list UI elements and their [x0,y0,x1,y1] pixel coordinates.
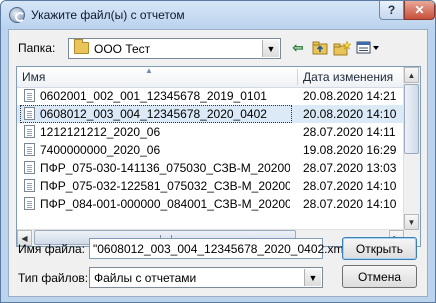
new-folder-icon[interactable] [333,39,351,57]
filename-input[interactable]: "0608012_003_004_12345678_2020_0402.xml [89,238,346,259]
table-row[interactable]: 7400000000_2020_06 19.08.2020 16:29 [17,141,405,159]
scroll-up-icon[interactable]: ▲ [404,67,419,83]
file-name: ПФР_084-001-000000_084001_СЗВ-М_20200… [40,197,290,211]
file-icon [24,107,35,120]
column-name-header[interactable]: Имя [17,67,297,87]
file-name: 0602001_002_001_12345678_2019_0101 [40,89,267,103]
file-icon [24,143,35,156]
file-date: 28.07.2020 14:10 [303,197,397,211]
filename-value: "0608012_003_004_12345678_2020_0402.xml [93,242,347,256]
file-list[interactable]: Имя ▲ Дата изменения 0602001_002_001_123… [16,66,421,247]
file-icon [24,89,35,102]
file-date: 28.07.2020 14:10 [303,179,397,193]
column-date-header[interactable]: Дата изменения [298,67,405,87]
close-button[interactable]: ✕ [404,1,435,20]
file-icon [24,161,35,174]
sort-arrow-icon: ▲ [145,66,153,75]
file-name: 0608012_003_004_12345678_2020_0402 [40,107,267,121]
folder-combobox[interactable]: ООО Тест ▼ [68,38,281,59]
file-date: 28.07.2020 14:11 [303,125,396,139]
list-header: Имя ▲ Дата изменения [17,67,405,88]
filetype-value: Файлы с отчетами [94,271,197,285]
folder-up-icon[interactable] [311,39,329,57]
window-title: Укажите файл(ы) с отчетом [31,8,185,22]
open-button[interactable]: Открыть [342,237,417,260]
view-menu-icon[interactable] [355,39,381,57]
file-name: 7400000000_2020_06 [40,143,161,157]
cancel-button[interactable]: Отмена [342,265,417,288]
chevron-down-icon[interactable]: ▼ [262,40,279,57]
file-date: 20.08.2020 14:21 [303,89,397,103]
table-row[interactable]: ПФР_075-032-122581_075032_СЗВ-М_20200… 2… [17,177,405,195]
filetype-combobox[interactable]: Файлы с отчетами ▼ [89,267,323,288]
filename-label: Имя файла: [18,242,85,256]
table-row[interactable]: ПФР_075-030-141136_075030_СЗВ-М_20200… 2… [17,159,405,177]
file-icon [24,197,35,210]
table-row[interactable]: 1212121212_2020_06 28.07.2020 14:11 [17,123,405,141]
dialog-body: Папка: ООО Тест ▼ ⇦ Имя ▲ Дата изменения [8,29,428,297]
chevron-down-icon[interactable]: ▼ [304,269,321,286]
file-date: 20.08.2020 14:10 [303,107,397,121]
filetype-label: Тип файлов: [18,271,89,285]
file-name: ПФР_075-032-122581_075032_СЗВ-М_20200… [40,179,290,193]
file-date: 19.08.2020 16:29 [303,143,397,157]
help-button[interactable]: ? [379,1,404,20]
table-row-selected[interactable]: 0608012_003_004_12345678_2020_0402 20.08… [17,105,405,123]
file-name: ПФР_075-030-141136_075030_СЗВ-М_20200… [40,161,290,175]
app-icon [9,7,25,23]
folder-value: ООО Тест [94,42,151,56]
title-bar: Укажите файл(ы) с отчетом ? ✕ [1,1,435,28]
table-row[interactable]: ПФР_084-001-000000_084001_СЗВ-М_20200… 2… [17,195,405,213]
folder-icon [74,39,89,54]
file-icon [24,125,35,138]
vertical-scroll-thumb[interactable] [404,84,419,154]
open-file-dialog: Укажите файл(ы) с отчетом ? ✕ Папка: ООО… [0,0,436,303]
file-icon [24,179,35,192]
table-row[interactable]: 0602001_002_001_12345678_2019_0101 20.08… [17,87,405,105]
vertical-scrollbar[interactable]: ▲ ▼ [403,67,420,230]
folder-label: Папка: [18,41,56,55]
file-date: 28.07.2020 13:03 [303,161,397,175]
scroll-down-icon[interactable]: ▼ [404,214,419,230]
back-arrow-icon[interactable]: ⇦ [289,39,307,57]
file-name: 1212121212_2020_06 [40,125,161,139]
